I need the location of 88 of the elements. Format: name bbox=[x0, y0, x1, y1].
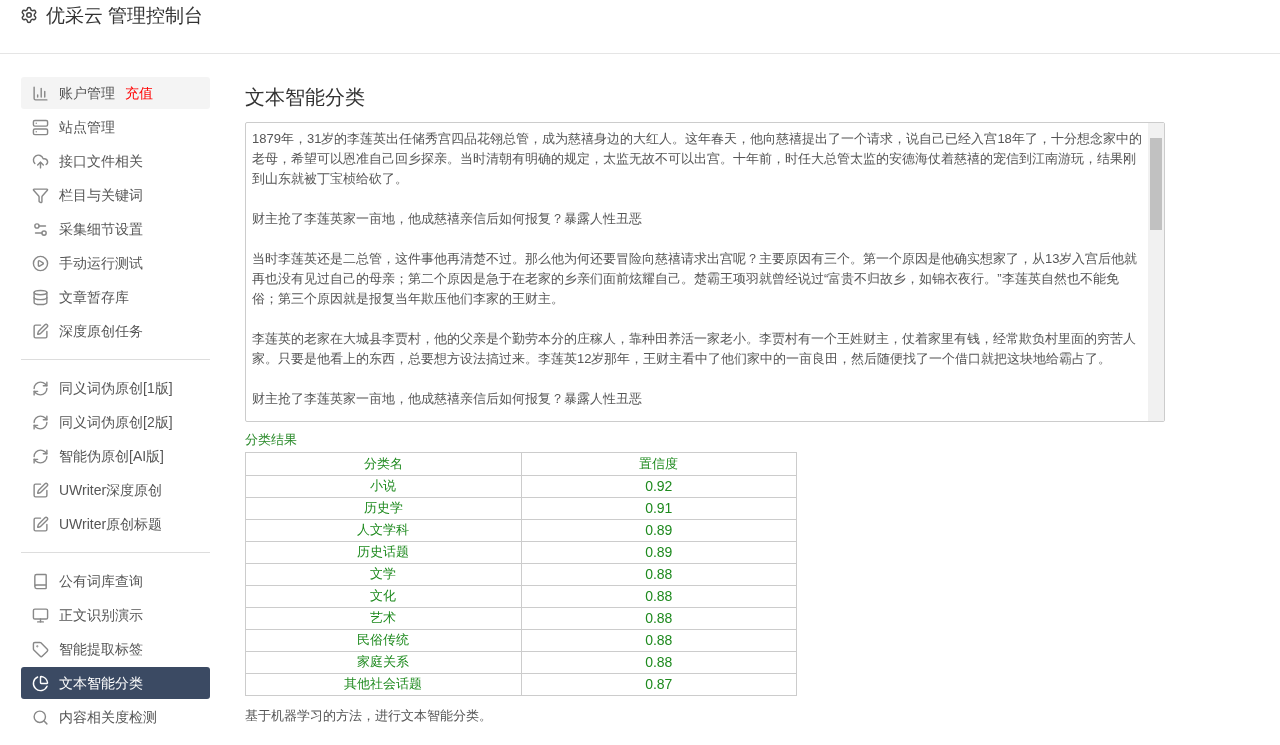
menu-label: 文本智能分类 bbox=[59, 673, 143, 693]
sidebar-item[interactable]: 同义词伪原创[1版] bbox=[21, 372, 210, 404]
table-cell: 0.92 bbox=[521, 475, 797, 497]
tag-icon bbox=[32, 640, 49, 658]
menu-label: UWriter深度原创 bbox=[59, 480, 163, 500]
sidebar-item[interactable]: UWriter深度原创 bbox=[21, 474, 210, 506]
table-cell: 0.87 bbox=[521, 673, 797, 695]
menu-label: 同义词伪原创[2版] bbox=[59, 412, 173, 432]
refresh-icon bbox=[32, 379, 49, 397]
table-cell: 民俗传统 bbox=[245, 629, 521, 651]
search-icon bbox=[32, 708, 49, 726]
sidebar-item[interactable]: 正文识别演示 bbox=[21, 599, 210, 631]
sidebar-item[interactable]: 接口文件相关 bbox=[21, 145, 210, 177]
text-area[interactable] bbox=[245, 122, 1165, 422]
table-cell: 文化 bbox=[245, 585, 521, 607]
bar-chart-icon bbox=[32, 84, 49, 102]
sidebar-item[interactable]: 栏目与关键词 bbox=[21, 179, 210, 211]
sidebar-item[interactable]: 手动运行测试 bbox=[21, 247, 210, 279]
recharge-link[interactable]: 充值 bbox=[125, 82, 153, 104]
text-paragraph: 财主抢了李莲英家一亩地，他成慈禧亲信后如何报复？暴露人性丑恶 bbox=[252, 210, 643, 228]
menu-label: 采集细节设置 bbox=[59, 219, 143, 239]
sidebar-item[interactable]: UWriter原创标题 bbox=[21, 508, 210, 540]
menu-label: 栏目与关键词 bbox=[59, 185, 143, 205]
menu-label: 智能伪原创[AI版] bbox=[59, 446, 164, 466]
scrollbar[interactable] bbox=[1148, 123, 1164, 421]
menu-label: 智能提取标签 bbox=[59, 639, 143, 659]
sidebar-item[interactable]: 内容相关度检测 bbox=[21, 701, 210, 733]
menu-label: 接口文件相关 bbox=[59, 151, 143, 171]
sidebar-item[interactable]: 智能伪原创[AI版] bbox=[21, 440, 210, 472]
table-cell: 0.89 bbox=[521, 519, 797, 541]
server-icon bbox=[32, 118, 49, 136]
settings-icon bbox=[20, 6, 38, 24]
sidebar-item[interactable]: 同义词伪原创[2版] bbox=[21, 406, 210, 438]
filter-icon bbox=[32, 186, 49, 204]
column-header: 置信度 bbox=[521, 452, 797, 475]
book-icon bbox=[32, 572, 49, 590]
menu-label: 内容相关度检测 bbox=[59, 707, 157, 727]
sidebar-item[interactable]: 站点管理 bbox=[21, 111, 210, 143]
menu-label: 文章暂存库 bbox=[59, 287, 129, 307]
description-text: 基于机器学习的方法，进行文本智能分类。 bbox=[245, 706, 493, 725]
text-paragraph: 财主抢了李莲英家一亩地，他成慈禧亲信后如何报复？暴露人性丑恶 bbox=[252, 390, 643, 408]
table-cell: 历史话题 bbox=[245, 541, 521, 563]
table-cell: 人文学科 bbox=[245, 519, 521, 541]
table-cell: 0.88 bbox=[521, 607, 797, 629]
menu-label: 深度原创任务 bbox=[59, 321, 143, 341]
page-title: 文本智能分类 bbox=[245, 85, 366, 110]
edit-icon bbox=[32, 322, 49, 340]
menu-label: 同义词伪原创[1版] bbox=[59, 378, 173, 398]
table-cell: 艺术 bbox=[245, 607, 521, 629]
table-cell: 小说 bbox=[245, 475, 521, 497]
text-paragraph: 当时李莲英还是二总管，这件事他再清楚不过。那么他为何还要冒险向慈禧请求出宫呢？主要原因有三个。第一个原因是他确实想家了，从13岁入宫后他就再也没有见过自己的母亲；第二个原因是急于在老家的乡亲们面前炫耀自己。楚霸王项羽就曾经说过“富贵不归故乡，如锦衣夜行。”李莲英自然也不能免俗；第三个原因就是报复当年欺压他们李家的王财主。 bbox=[252, 250, 1139, 308]
table-cell: 0.88 bbox=[521, 585, 797, 607]
app-title: 优采云 管理控制台 bbox=[46, 4, 204, 28]
table-cell: 0.88 bbox=[521, 651, 797, 673]
table-cell: 0.88 bbox=[521, 629, 797, 651]
sidebar-item[interactable]: 采集细节设置 bbox=[21, 213, 210, 245]
table-cell: 0.91 bbox=[521, 497, 797, 519]
table-cell: 历史学 bbox=[245, 497, 521, 519]
monitor-icon bbox=[32, 606, 49, 624]
cloud-upload-icon bbox=[32, 152, 49, 170]
sidebar-item[interactable]: 文本智能分类 bbox=[21, 667, 210, 699]
sidebar-item[interactable]: 深度原创任务 bbox=[21, 315, 210, 347]
edit-icon bbox=[32, 481, 49, 499]
table-cell: 0.89 bbox=[521, 541, 797, 563]
menu-label: UWriter原创标题 bbox=[59, 514, 163, 534]
table-cell: 其他社会话题 bbox=[245, 673, 521, 695]
text-paragraph: 1879年，31岁的李莲英出任储秀宫四品花翎总管，成为慈禧身边的大红人。这年春天，他向慈禧提出了一个请求，说自己已经入宫18年了，十分想念家中的老母，希望可以恩准自己回乡探亲。当时清朝有明确的规定，太监无故不可以出宫。十年前，时任大总管太监的安德海仗着慈禧的宠信到江南游玩，结果刚到山东就被丁宝桢给砍了。 bbox=[252, 130, 1142, 188]
sidebar-item[interactable]: 公有词库查询 bbox=[21, 565, 210, 597]
pie-chart-icon bbox=[32, 674, 49, 692]
edit-icon bbox=[32, 515, 49, 533]
sidebar-item[interactable]: 文章暂存库 bbox=[21, 281, 210, 313]
result-label: 分类结果 bbox=[245, 431, 298, 449]
table-cell: 家庭关系 bbox=[245, 651, 521, 673]
sidebar-item[interactable]: 账户管理 充值 bbox=[21, 77, 210, 109]
menu-label: 公有词库查询 bbox=[59, 571, 143, 591]
play-icon bbox=[32, 254, 49, 272]
menu-label: 站点管理 bbox=[59, 117, 115, 137]
table-cell: 文学 bbox=[245, 563, 521, 585]
menu-label: 手动运行测试 bbox=[59, 253, 143, 273]
menu-label: 账户管理 bbox=[59, 83, 115, 103]
refresh-icon bbox=[32, 447, 49, 465]
column-header: 分类名 bbox=[245, 452, 521, 475]
table-cell: 0.88 bbox=[521, 563, 797, 585]
database-icon bbox=[32, 288, 49, 306]
menu-label: 正文识别演示 bbox=[59, 605, 143, 625]
refresh-icon bbox=[32, 413, 49, 431]
sidebar-item[interactable]: 智能提取标签 bbox=[21, 633, 210, 665]
text-paragraph: 李莲英的老家在大城县李贾村，他的父亲是个勤劳本分的庄稼人，靠种田养活一家老小。李贾村有一个王姓财主，仗着家里有钱，经常欺负村里面的穷苦人家。只要是他看上的东西，总要想方设法搞过来。李莲英12岁那年，王财主看中了他们家中的一亩良田，然后随便找了一个借口就把这块地给霸占了。 bbox=[252, 330, 1137, 368]
